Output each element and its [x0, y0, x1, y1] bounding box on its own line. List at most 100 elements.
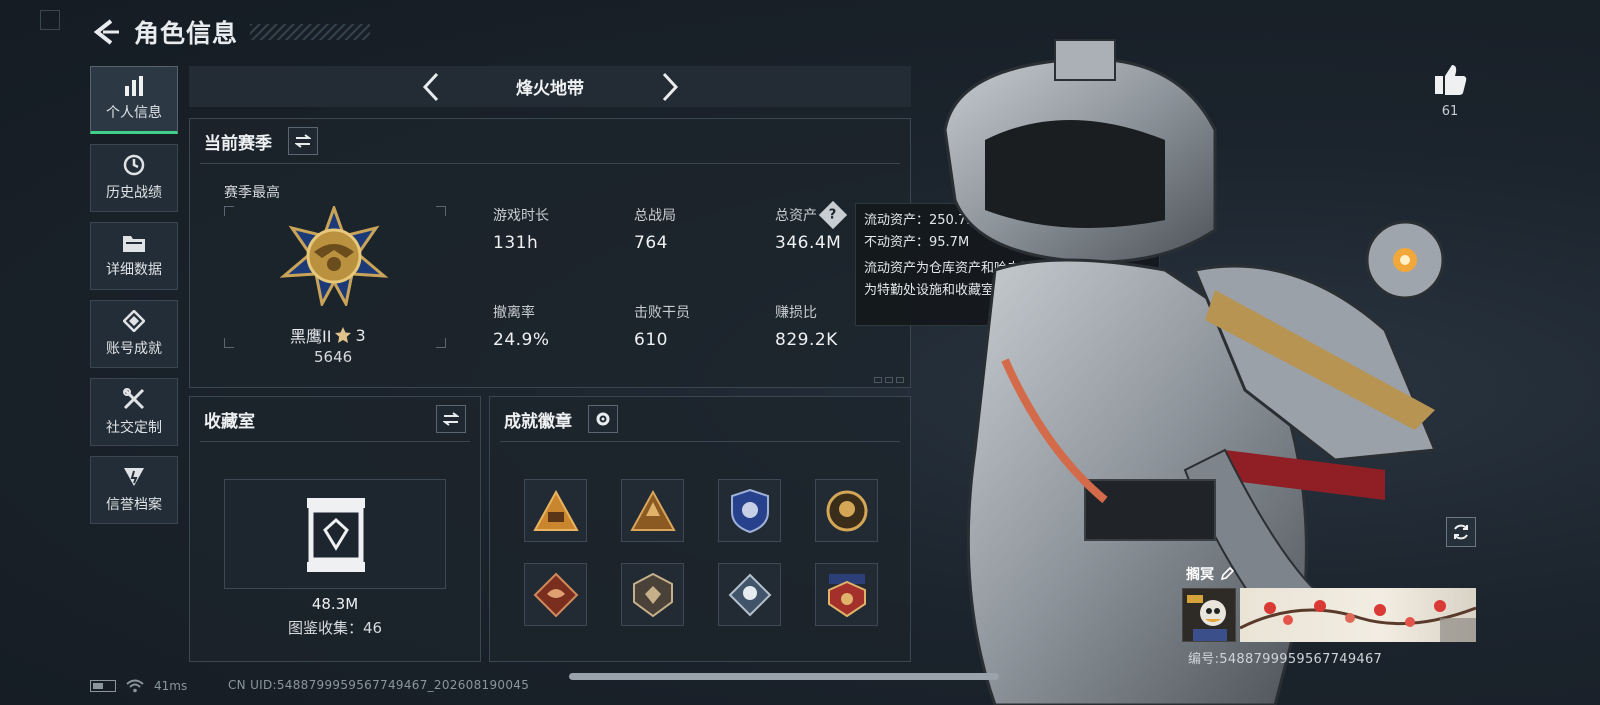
sidebar-item-label: 社交定制: [106, 420, 162, 436]
stat-value: 131h: [493, 233, 539, 253]
next-mode-chevron-icon[interactable]: [656, 72, 684, 102]
uid-text: CN UID:5488799959567749467_202608190045: [228, 678, 530, 692]
swap-icon: [443, 412, 459, 426]
home-indicator[interactable]: [569, 673, 999, 680]
battery-icon: [90, 680, 116, 692]
shield-emblem-badge-icon: [632, 572, 673, 617]
player-name-text: 搁冥: [1186, 567, 1214, 583]
player-id: 编号:5488799959567749467: [1188, 652, 1383, 667]
badge-settings-button[interactable]: [588, 405, 618, 433]
thumbs-up-icon[interactable]: [1432, 62, 1468, 98]
sidebar-item-label: 历史战绩: [106, 185, 162, 201]
dragon-badge-icon: [533, 572, 578, 617]
sidebar: 个人信息 历史战绩 详细数据 账号成就 社交定制 信誉档案: [90, 66, 178, 534]
title-decoration: [250, 24, 371, 40]
bar-chart-icon: [125, 76, 143, 96]
wifi-icon: [126, 679, 144, 693]
round-gold-badge-icon: [826, 490, 867, 531]
rank-stars: 3: [355, 325, 366, 345]
stat-label: 赚损比: [775, 305, 817, 321]
stat-total-assets: 总资产 ? 346.4M: [775, 200, 848, 253]
sidebar-item-label: 账号成就: [106, 341, 162, 357]
mode-title: 烽火地带: [516, 79, 584, 99]
edit-pencil-icon[interactable]: [1220, 567, 1234, 581]
stat-value: 764: [634, 233, 668, 253]
prev-mode-chevron-icon[interactable]: [417, 72, 445, 102]
season-switch-button[interactable]: [288, 127, 318, 155]
divider: [500, 441, 900, 442]
collection-room-panel[interactable]: 收藏室 48.3M 图鉴收集：46: [189, 396, 481, 662]
sidebar-item-label: 信誉档案: [106, 497, 162, 513]
shield-blue-badge-icon: [730, 488, 769, 533]
rank-name: 黑鹰II 3: [290, 323, 366, 347]
stat-value: 24.9%: [493, 330, 550, 350]
divider: [200, 163, 900, 164]
collection-preview: [224, 479, 446, 589]
badge-slot[interactable]: [815, 479, 878, 542]
swap-icon: [295, 134, 311, 148]
sidebar-item-personal-info[interactable]: 个人信息: [90, 66, 178, 134]
header: 角色信息: [92, 14, 371, 50]
ping-value: 41ms: [154, 679, 188, 693]
sidebar-item-label: 详细数据: [106, 262, 162, 278]
gear-icon: [596, 412, 610, 426]
season-highest-label: 赛季最高: [224, 185, 280, 201]
current-season-panel: 当前赛季 赛季最高 黑鹰II 3 5646 游戏时长 131h 总战局 764: [189, 118, 911, 388]
stat-value: 829.2K: [775, 330, 838, 350]
badge-slot[interactable]: [524, 563, 587, 626]
panel-corner-decoration: [874, 377, 904, 383]
badge-slot[interactable]: [524, 479, 587, 542]
star-icon: [335, 327, 352, 343]
stat-value: 346.4M: [775, 233, 842, 253]
avatar[interactable]: [1182, 588, 1236, 642]
badge-slot[interactable]: [718, 563, 781, 626]
badge-slot[interactable]: [718, 479, 781, 542]
rank-medal-icon: [279, 206, 389, 306]
pyramid-gold-badge-icon: [629, 489, 676, 531]
achievements-title: 成就徽章: [504, 412, 572, 432]
sidebar-item-achievements[interactable]: 账号成就: [90, 300, 178, 368]
achievement-badges-panel: 成就徽章: [489, 396, 911, 662]
history-clock-icon: [123, 154, 145, 176]
sidebar-item-details[interactable]: 详细数据: [90, 222, 178, 290]
sidebar-item-social[interactable]: 社交定制: [90, 378, 178, 446]
stat-profit-loss-ratio: 赚损比 829.2K: [775, 302, 838, 350]
badge-grid: [524, 479, 878, 626]
back-arrow-icon[interactable]: [92, 17, 122, 47]
stat-label: 游戏时长: [493, 208, 549, 224]
stat-value: 610: [634, 330, 668, 350]
stat-label: 总战局: [634, 208, 676, 224]
refresh-button[interactable]: [1446, 517, 1476, 547]
badge-slot[interactable]: [621, 479, 684, 542]
flower-badge-icon: [728, 573, 771, 616]
collection-switch-button[interactable]: [436, 405, 466, 433]
sidebar-item-reputation[interactable]: 信誉档案: [90, 456, 178, 524]
stat-total-matches: 总战局 764: [634, 205, 676, 253]
corner-mark: [40, 10, 60, 30]
folder-icon: [123, 236, 145, 252]
help-icon[interactable]: ?: [818, 200, 848, 230]
sidebar-item-label: 个人信息: [106, 105, 162, 121]
mode-selector: 烽火地带: [189, 66, 911, 107]
stat-label: 撤离率: [493, 305, 535, 321]
rank-name-text: 黑鹰II: [290, 327, 332, 346]
stat-play-time: 游戏时长 131h: [493, 205, 549, 253]
page-title: 角色信息: [134, 19, 239, 48]
badge-slot[interactable]: [815, 563, 878, 626]
pyramid-badge-icon: [532, 489, 579, 531]
tools-icon: [123, 388, 145, 410]
collection-title: 收藏室: [204, 412, 255, 432]
like-count: 61: [1441, 104, 1459, 119]
name-card-banner[interactable]: [1240, 588, 1476, 642]
stat-label: 总资产 ?: [775, 200, 848, 230]
medal-red-badge-icon: [827, 573, 866, 617]
reputation-icon: [124, 468, 144, 486]
player-name: 搁冥: [1186, 564, 1234, 584]
rank-score: 5646: [314, 348, 353, 366]
help-mark: ?: [829, 207, 837, 223]
sidebar-item-history[interactable]: 历史战绩: [90, 144, 178, 212]
badge-slot[interactable]: [621, 563, 684, 626]
stat-operators-defeated: 击败干员 610: [634, 302, 690, 350]
divider: [200, 441, 470, 442]
achievement-icon: [123, 310, 145, 332]
